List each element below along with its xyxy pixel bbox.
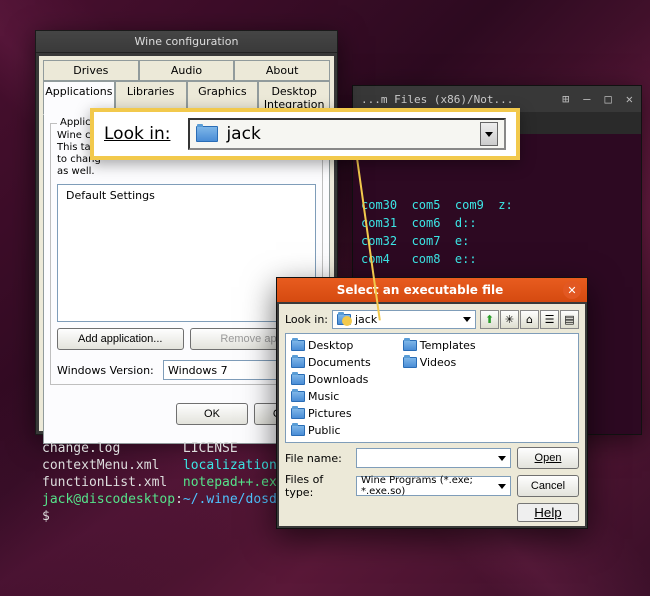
filename-label: File name: <box>285 452 350 465</box>
folder-item-videos[interactable]: Videos <box>402 355 477 370</box>
folder-icon <box>403 357 417 368</box>
cancel-button[interactable]: Cancel <box>517 475 579 497</box>
folder-item-music[interactable]: Music <box>290 389 372 404</box>
chevron-down-icon <box>498 456 506 461</box>
filename-input[interactable] <box>356 448 511 468</box>
chevron-down-icon[interactable] <box>480 122 498 146</box>
new-folder-icon[interactable]: ✳ <box>500 310 519 329</box>
chevron-down-icon <box>498 484 506 489</box>
folder-icon <box>291 374 305 385</box>
folder-item-pictures[interactable]: Pictures <box>290 406 372 421</box>
folder-icon <box>291 357 305 368</box>
folder-icon <box>196 126 218 142</box>
tab-about[interactable]: About <box>234 60 330 81</box>
file-list[interactable]: Desktop Documents Downloads Music Pictur… <box>285 333 579 443</box>
folder-item-documents[interactable]: Documents <box>290 355 372 370</box>
windows-version-value: Windows 7 <box>168 364 228 377</box>
filetype-select[interactable]: Wine Programs (*.exe; *.exe.so) <box>356 476 511 496</box>
folder-icon <box>291 425 305 436</box>
add-application-button[interactable]: Add application... <box>57 328 184 350</box>
help-button[interactable]: Help <box>517 503 579 522</box>
file-dialog-titlebar: Select an executable file ✕ <box>277 278 587 302</box>
folder-item-public[interactable]: Public <box>290 423 372 438</box>
folder-icon <box>291 391 305 402</box>
folder-item-downloads[interactable]: Downloads <box>290 372 372 387</box>
close-icon[interactable]: ✕ <box>563 281 581 299</box>
callout-combo[interactable]: jack <box>188 118 506 150</box>
tab-drives[interactable]: Drives <box>43 60 139 81</box>
file-dialog-title: Select an executable file <box>277 283 563 297</box>
lookin-combo[interactable]: jack <box>332 310 476 329</box>
list-view-icon[interactable]: ☰ <box>540 310 559 329</box>
filetype-label: Files of type: <box>285 473 350 499</box>
ok-button[interactable]: OK <box>176 403 248 425</box>
terminal-newtab-icon[interactable]: ⊞ <box>562 92 569 106</box>
terminal-max-icon[interactable]: □ <box>605 92 612 106</box>
winecfg-titlebar: Wine configuration <box>36 31 337 53</box>
winecfg-tabrow-top: Drives Audio About <box>43 60 330 81</box>
callout-value: jack <box>226 124 260 144</box>
folder-icon <box>403 340 417 351</box>
details-view-icon[interactable]: ▤ <box>560 310 579 329</box>
windows-version-label: Windows Version: <box>57 364 157 377</box>
up-folder-icon[interactable]: ⬆ <box>480 310 499 329</box>
list-item[interactable]: Default Settings <box>60 187 313 204</box>
lookin-label: Look in: <box>285 313 328 326</box>
callout-pointer-dot <box>342 316 352 326</box>
chevron-down-icon <box>463 317 471 322</box>
file-dialog: Select an executable file ✕ Look in: jac… <box>276 277 588 529</box>
tab-audio[interactable]: Audio <box>139 60 235 81</box>
folder-item-desktop[interactable]: Desktop <box>290 338 372 353</box>
lookin-value: jack <box>355 313 377 326</box>
folder-icon <box>291 408 305 419</box>
terminal-title: ...m Files (x86)/Not... <box>361 93 513 106</box>
callout-label: Look in: <box>104 124 170 144</box>
terminal-min-icon[interactable]: — <box>583 92 590 106</box>
open-button[interactable]: Open <box>517 447 579 469</box>
folder-icon <box>291 340 305 351</box>
callout-highlight: Look in: jack <box>90 108 520 160</box>
folder-item-templates[interactable]: Templates <box>402 338 477 353</box>
home-icon[interactable]: ⌂ <box>520 310 539 329</box>
terminal-close-icon[interactable]: ✕ <box>626 92 633 106</box>
